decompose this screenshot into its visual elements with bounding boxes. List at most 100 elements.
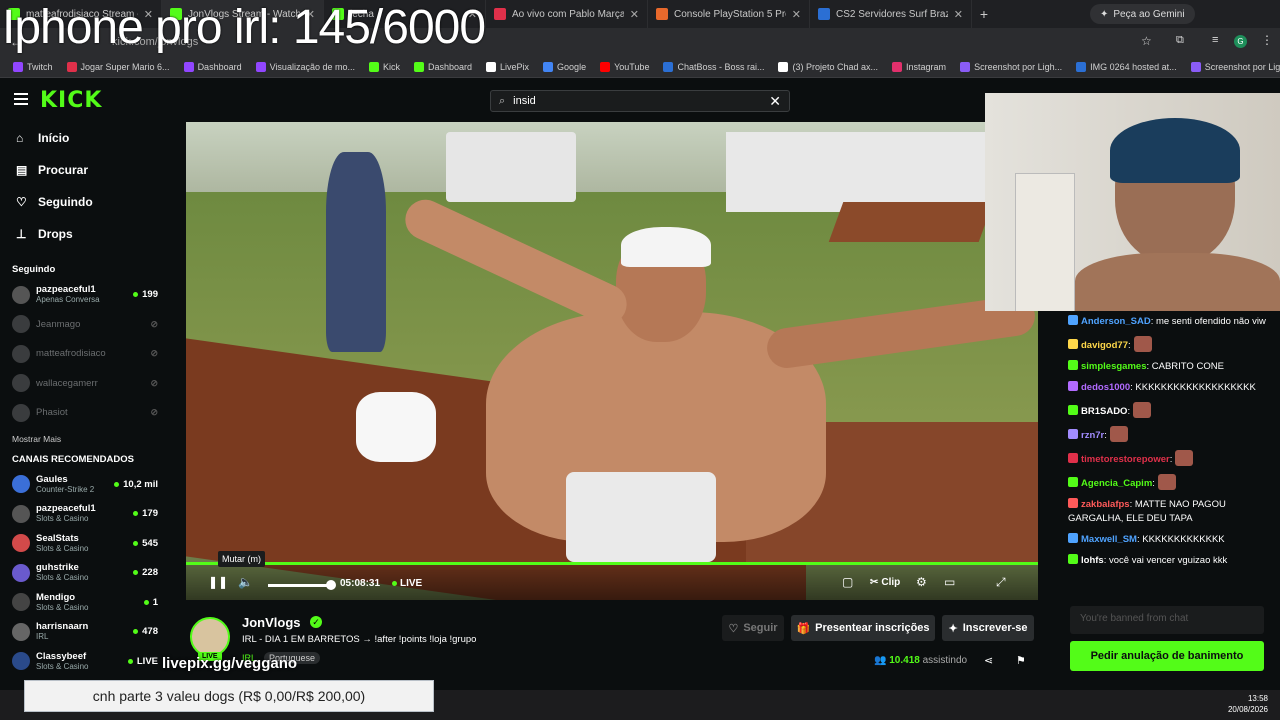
bookmark-item[interactable]: YouTube	[593, 61, 656, 72]
avatar	[12, 374, 30, 393]
browser-tab[interactable]: Ao vivo com Pablo Marçal e Dr ✕	[486, 0, 648, 28]
bookmark-item[interactable]: Dashboard	[177, 61, 249, 72]
bookmark-icon	[414, 61, 424, 72]
sidebar-nav-item[interactable]: ⊥ Drops	[0, 218, 170, 250]
chat-username[interactable]: timetorestorepower	[1081, 454, 1170, 465]
avatar	[12, 504, 30, 523]
theater-mode-icon[interactable]: ▢	[842, 575, 853, 589]
taskbar-clock[interactable]: 13:58 20/08/2026	[1228, 693, 1268, 715]
unban-request-button[interactable]: Pedir anulação de banimento	[1070, 641, 1264, 671]
live-indicator[interactable]: LIVE	[392, 578, 422, 589]
chat-username[interactable]: dedos1000	[1081, 382, 1130, 393]
chat-username[interactable]: Agencia_Capim	[1081, 478, 1152, 489]
recommended-channel[interactable]: Mendigo Slots & Casino 1	[0, 588, 170, 618]
volume-slider[interactable]	[268, 584, 331, 587]
close-tab-icon[interactable]: ✕	[792, 8, 801, 21]
live-label: LIVE	[400, 578, 423, 589]
search-input[interactable]: ⌕ insid ✕	[490, 90, 790, 112]
avatar	[12, 563, 30, 582]
recommended-channel[interactable]: guhstrike Slots & Casino 228	[0, 558, 170, 588]
sidebar-nav-item[interactable]: ▤ Procurar	[0, 154, 170, 186]
pip-icon[interactable]: ▭	[944, 575, 955, 589]
recommended-channel[interactable]: Classybeef Slots & Casino LIVE	[0, 647, 170, 677]
bookmark-item[interactable]: Screenshot por Ligh...	[1184, 61, 1280, 72]
chat-username[interactable]: Maxwell_SM	[1081, 534, 1137, 545]
chat-username[interactable]: davigod77	[1081, 340, 1128, 351]
extensions-icon[interactable]: ⧉	[1176, 34, 1184, 47]
fullscreen-icon[interactable]: ⤢	[996, 575, 1006, 590]
chat-panel: Anderson_SAD: me senti ofendido não viw d…	[1062, 311, 1280, 601]
report-icon[interactable]: ⚑	[1016, 654, 1026, 667]
recommended-channel[interactable]: SealStats Slots & Casino 545	[0, 529, 170, 559]
gemini-button[interactable]: ✦ Peça ao Gemini	[1090, 4, 1195, 24]
chat-username[interactable]: lohfs	[1081, 555, 1104, 566]
chat-message: simplesgames: CABRITO CONE	[1062, 360, 1280, 374]
recommended-channel[interactable]: pazpeaceful1 Slots & Casino 179	[0, 499, 170, 529]
bookmark-item[interactable]: Jogar Super Mario 6...	[60, 61, 177, 72]
channel-name[interactable]: JonVlogs	[242, 615, 301, 630]
menu-icon[interactable]: ≡	[1212, 34, 1218, 46]
volume-knob[interactable]	[326, 580, 336, 590]
bookmark-label: Instagram	[906, 61, 947, 72]
following-channel[interactable]: Jeanmago ⊘	[0, 310, 170, 340]
pause-icon[interactable]: ❚❚	[208, 575, 228, 589]
profile-avatar[interactable]: G	[1234, 35, 1247, 48]
chat-message: rzn7r:	[1062, 426, 1280, 443]
share-icon[interactable]: ⋖	[984, 654, 993, 667]
recommended-channel[interactable]: Gaules Counter-Strike 2 10,2 mil	[0, 470, 170, 500]
star-icon[interactable]: ☆	[1141, 34, 1152, 48]
kick-logo[interactable]: KICK	[40, 88, 102, 113]
chat-input[interactable]: You're banned from chat	[1070, 606, 1264, 634]
video-player[interactable]: ❚❚ 🔈 05:08:31 LIVE ▢ ✂ Clip ⚙ ▭ ⤢	[186, 122, 1038, 600]
new-tab-button[interactable]: +	[972, 6, 996, 22]
settings-icon[interactable]: ⚙	[916, 575, 927, 589]
sidebar-nav-item[interactable]: ⌂ Início	[0, 122, 170, 154]
bookmark-item[interactable]: Kick	[362, 61, 407, 72]
kebab-icon[interactable]: ⋮	[1261, 33, 1273, 47]
channel-name: pazpeaceful1	[36, 284, 96, 296]
chat-username[interactable]: Anderson_SAD	[1081, 316, 1151, 327]
channel-category: Slots & Casino	[36, 661, 89, 671]
recommended-channel[interactable]: harrisnaarn IRL 478	[0, 617, 170, 647]
bookmark-item[interactable]: Instagram	[885, 61, 953, 72]
bookmark-item[interactable]: Visualização de mo...	[249, 61, 362, 72]
hamburger-icon[interactable]	[14, 93, 28, 105]
channel-category: IRL	[36, 632, 49, 642]
gift-subs-button[interactable]: 🎁 Presentear inscrições	[791, 615, 935, 641]
search-icon: ⌕	[499, 94, 506, 107]
following-channel[interactable]: Phasiot ⊘	[0, 398, 170, 428]
show-more-link[interactable]: Mostrar Mais	[0, 434, 170, 450]
close-tab-icon[interactable]: ✕	[954, 8, 963, 21]
following-channel[interactable]: matteafrodisiaco ⊘	[0, 339, 170, 369]
clip-button[interactable]: ✂ Clip	[870, 577, 900, 588]
bookmark-label: Google	[557, 61, 587, 72]
close-icon[interactable]: ✕	[769, 93, 781, 110]
bookmark-item[interactable]: Screenshot por Ligh...	[953, 61, 1069, 72]
follow-button[interactable]: ♡ Seguir	[722, 615, 784, 641]
chat-username[interactable]: zakbalafps	[1081, 499, 1130, 510]
channel-name: Gaules	[36, 473, 68, 485]
chat-username[interactable]: BR1SADO	[1081, 406, 1127, 417]
channel-avatar[interactable]	[190, 617, 230, 657]
bookmark-label: Screenshot por Ligh...	[1204, 61, 1280, 72]
bookmark-item[interactable]: IMG 0264 hosted at...	[1069, 61, 1184, 72]
bookmark-item[interactable]: Twitch	[6, 61, 60, 72]
volume-icon[interactable]: 🔈	[238, 575, 253, 589]
bookmark-item[interactable]: (3) Projeto Chad ax...	[771, 61, 885, 72]
bookmark-item[interactable]: Dashboard	[407, 61, 479, 72]
browser-tab[interactable]: Console PlayStation 5 Pro Sony ✕	[648, 0, 810, 28]
chat-username[interactable]: simplesgames	[1081, 361, 1146, 372]
chat-text: :	[1128, 340, 1131, 351]
bookmark-item[interactable]: Google	[536, 61, 593, 72]
following-channel[interactable]: wallacegamerr ⊘	[0, 369, 170, 399]
chat-username[interactable]: rzn7r	[1081, 430, 1104, 441]
bookmark-item[interactable]: ChatBoss - Boss rai...	[656, 61, 771, 72]
browser-tab[interactable]: CS2 Servidores Surf Brazil - xpla ✕	[810, 0, 972, 28]
bookmark-item[interactable]: LivePix	[479, 61, 536, 72]
close-tab-icon[interactable]: ✕	[630, 8, 639, 21]
subscribe-button[interactable]: ✦ Inscrever-se	[942, 615, 1034, 641]
viewer-count: 👥 10.418 assistindo	[874, 655, 967, 666]
sidebar-nav-item[interactable]: ♡ Seguindo	[0, 186, 170, 218]
following-channel[interactable]: pazpeaceful1 Apenas Conversa 199	[0, 280, 170, 310]
viewer-count-value: 1	[152, 596, 158, 608]
